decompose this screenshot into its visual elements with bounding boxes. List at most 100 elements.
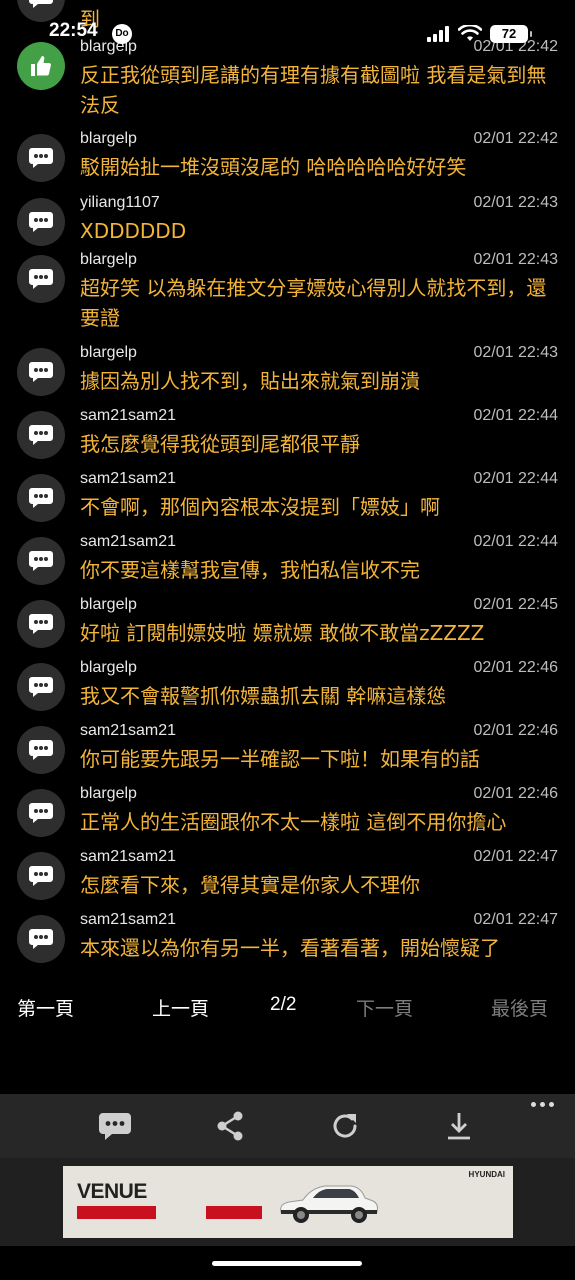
comment-user: sam21sam21: [80, 470, 177, 487]
comment-text: 怎麼看下來，覺得其實是你家人不理你: [80, 873, 420, 897]
page-indicator: 2/2: [270, 994, 297, 1015]
comment-time: 02/01 22:43: [473, 251, 558, 268]
comment-text: XDDDDDD: [80, 219, 187, 243]
chat-avatar: [17, 411, 65, 459]
comment-row[interactable]: blargelp 02/01 22:42 駁開始扯一堆沒頭沒尾的 哈哈哈哈哈好好…: [0, 128, 575, 192]
chat-avatar: [17, 198, 65, 246]
comment-row[interactable]: blargelp 02/01 22:43 超好笑 以為躲在推文分享嫖妓心得別人就…: [0, 249, 575, 342]
comment-icon: [99, 1113, 131, 1140]
signal-icon: [427, 26, 449, 42]
first-page-link[interactable]: 第一頁: [17, 994, 74, 1021]
chat-bubble-icon: [29, 866, 53, 886]
chat-bubble-icon: [29, 148, 53, 168]
share-icon: [217, 1111, 243, 1141]
chat-avatar: [17, 348, 65, 396]
bottom-toolbar: [0, 1094, 575, 1158]
chat-avatar: [17, 789, 65, 837]
comment-text: 駁開始扯一堆沒頭沒尾的 哈哈哈哈哈好好笑: [80, 155, 467, 179]
chat-bubble-icon: [29, 269, 53, 289]
comment-user: sam21sam21: [80, 533, 177, 550]
download-button[interactable]: [441, 1108, 477, 1144]
chat-avatar: [17, 134, 65, 182]
gesture-bar: [0, 1246, 575, 1280]
chat-avatar: [17, 600, 65, 648]
comment-time: 02/01 22:44: [473, 407, 558, 424]
chat-bubble-icon: [29, 362, 53, 382]
comment-row[interactable]: blargelp 02/01 22:42 反正我從頭到尾講的有理有據有截圖啦 我…: [0, 36, 575, 128]
comment-row[interactable]: blargelp 02/01 22:46 正常人的生活圈跟你不太一樣啦 這倒不用…: [0, 783, 575, 846]
comment-text: 我怎麼覺得我從頭到尾都很平靜: [80, 432, 360, 456]
comment-button[interactable]: [97, 1108, 133, 1144]
chat-bubble-icon: [29, 614, 53, 634]
comment-time: 02/01 22:46: [473, 659, 558, 676]
comment-time: 02/01 22:44: [473, 533, 558, 550]
chat-avatar: [17, 474, 65, 522]
chat-avatar: [17, 852, 65, 900]
comment-row[interactable]: yiliang1107 02/01 22:43 XDDDDDD: [0, 192, 575, 249]
chat-bubble-icon: [29, 740, 53, 760]
comment-list: blargelp 02/01 22:42 反正我從頭到尾講的有理有據有截圖啦 我…: [0, 36, 575, 972]
car-image: [280, 1185, 378, 1223]
chat-bubble-icon: [29, 425, 53, 445]
status-bar: 22:54 Do 72: [0, 0, 575, 44]
comment-text: 正常人的生活圈跟你不太一樣啦 這倒不用你擔心: [80, 810, 507, 834]
more-icon[interactable]: [531, 1102, 559, 1112]
comment-row[interactable]: sam21sam21 02/01 22:47 怎麼看下來，覺得其實是你家人不理你: [0, 846, 575, 909]
status-time: 22:54: [49, 20, 98, 41]
chat-avatar: [17, 255, 65, 303]
ad-stripe: [77, 1206, 156, 1219]
ad-stripe: [206, 1206, 262, 1219]
like-avatar: [17, 42, 65, 90]
ad-banner[interactable]: VENUE HYUNDAI: [63, 1166, 513, 1238]
comment-user: sam21sam21: [80, 407, 177, 424]
pagination: 第一頁 上一頁 2/2 下一頁 最後頁: [0, 990, 575, 1026]
next-page-link[interactable]: 下一頁: [356, 994, 413, 1021]
refresh-button[interactable]: [327, 1108, 363, 1144]
chat-avatar: [17, 915, 65, 963]
wifi-icon: [458, 25, 482, 41]
thumbs-up-icon: [31, 56, 51, 76]
comment-time: 02/01 22:47: [473, 848, 558, 865]
comment-time: 02/01 22:42: [473, 130, 558, 147]
comment-row[interactable]: sam21sam21 02/01 22:46 你可能要先跟另一半確認一下啦！如果…: [0, 720, 575, 783]
comment-time: 02/01 22:46: [473, 722, 558, 739]
comment-user: blargelp: [80, 596, 137, 613]
comment-text: 反正我從頭到尾講的有理有據有截圖啦 我看是氣到無法反: [80, 63, 547, 117]
notification-badge: Do: [112, 24, 132, 44]
comment-user: blargelp: [80, 251, 137, 268]
chat-avatar: [17, 537, 65, 585]
chat-bubble-icon: [29, 929, 53, 949]
ad-headline: VENUE: [77, 1180, 147, 1203]
comment-time: 02/01 22:44: [473, 470, 558, 487]
chat-bubble-icon: [29, 488, 53, 508]
home-indicator[interactable]: [212, 1261, 362, 1266]
battery-indicator: 72: [490, 25, 532, 43]
comment-row[interactable]: blargelp 02/01 22:46 我又不會報警抓你嫖蟲抓去關 幹嘛這樣慫: [0, 657, 575, 720]
comment-user: blargelp: [80, 785, 137, 802]
comment-row[interactable]: sam21sam21 02/01 22:47 本來還以為你有另一半，看著看著，開…: [0, 909, 575, 972]
download-icon: [448, 1113, 470, 1140]
comment-time: 02/01 22:47: [473, 911, 558, 928]
comment-time: 02/01 22:43: [473, 194, 558, 211]
last-page-link[interactable]: 最後頁: [491, 994, 548, 1021]
comment-user: blargelp: [80, 659, 137, 676]
comment-row[interactable]: sam21sam21 02/01 22:44 我怎麼覺得我從頭到尾都很平靜: [0, 405, 575, 468]
chat-bubble-icon: [29, 803, 53, 823]
comment-user: blargelp: [80, 344, 137, 361]
comment-row[interactable]: blargelp 02/01 22:43 據因為別人找不到，貼出來就氣到崩潰: [0, 342, 575, 405]
comment-row[interactable]: sam21sam21 02/01 22:44 你不要這樣幫我宣傳，我怕私信收不完: [0, 531, 575, 594]
chat-avatar: [17, 663, 65, 711]
prev-page-link[interactable]: 上一頁: [152, 994, 209, 1021]
share-button[interactable]: [212, 1108, 248, 1144]
chat-bubble-icon: [29, 212, 53, 232]
chat-bubble-icon: [29, 551, 53, 571]
comment-user: yiliang1107: [80, 194, 160, 211]
comment-row[interactable]: sam21sam21 02/01 22:44 不會啊，那個內容根本沒提到「嫖妓」…: [0, 468, 575, 531]
comment-row[interactable]: blargelp 02/01 22:45 好啦 訂閱制嫖妓啦 嫖就嫖 敢做不敢當…: [0, 594, 575, 657]
comment-text: 你不要這樣幫我宣傳，我怕私信收不完: [80, 558, 420, 582]
comment-text: 我又不會報警抓你嫖蟲抓去關 幹嘛這樣慫: [80, 684, 447, 708]
comment-user: sam21sam21: [80, 722, 177, 739]
comment-time: 02/01 22:46: [473, 785, 558, 802]
comment-text: 本來還以為你有另一半，看著看著，開始懷疑了: [80, 936, 500, 960]
comment-user: sam21sam21: [80, 911, 177, 928]
